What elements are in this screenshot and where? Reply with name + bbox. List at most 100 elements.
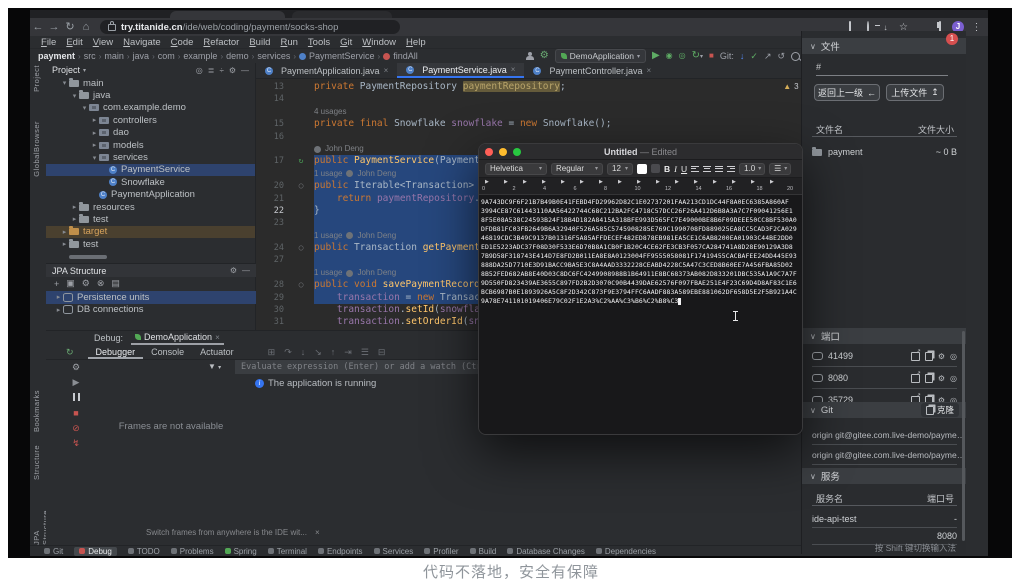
menu-item-git[interactable]: Git bbox=[335, 37, 357, 48]
git-update-icon[interactable]: ↓ bbox=[740, 50, 745, 62]
debug-settings-icon[interactable]: ⚙ bbox=[72, 363, 80, 372]
statusbar-item-dependencies[interactable]: Dependencies bbox=[596, 547, 656, 556]
breadcrumb-item[interactable]: demo bbox=[226, 51, 249, 61]
coverage-button[interactable]: ◎ bbox=[679, 50, 686, 62]
expand-icon[interactable]: ≣ bbox=[208, 66, 215, 75]
stop-icon[interactable]: ■ bbox=[73, 409, 78, 418]
tree-chevron-icon[interactable]: ▾ bbox=[90, 154, 99, 162]
panel-settings-icon[interactable]: ⚙ bbox=[229, 66, 236, 75]
tab-stop-icon[interactable]: ▶ bbox=[561, 179, 565, 185]
tab-stop-icon[interactable]: ▶ bbox=[485, 179, 489, 185]
jpa-hide-icon[interactable]: — bbox=[242, 266, 250, 275]
search-icon[interactable] bbox=[791, 52, 800, 61]
chevron-down-icon[interactable]: ▾ bbox=[83, 67, 86, 74]
tree-row[interactable]: ▾main bbox=[46, 77, 255, 89]
breadcrumb-item[interactable]: main bbox=[104, 51, 124, 61]
tree-row[interactable]: CSnowflake bbox=[46, 176, 255, 188]
forward-icon[interactable]: → bbox=[46, 18, 62, 36]
tree-chevron-icon[interactable]: ▸ bbox=[60, 240, 69, 248]
statusbar-item-database-changes[interactable]: Database Changes bbox=[507, 547, 585, 556]
tree-chevron-icon[interactable]: ▾ bbox=[80, 104, 89, 112]
tab-stop-icon[interactable]: ▶ bbox=[599, 179, 603, 185]
tree-row[interactable]: ▸test bbox=[46, 213, 255, 225]
browser-menu-icon[interactable]: ⋮ bbox=[971, 22, 982, 33]
drop-frame-icon[interactable]: ↯ bbox=[72, 439, 80, 448]
add-icon[interactable]: + bbox=[54, 279, 59, 289]
upload-file-button[interactable]: 上传文件 ↥ bbox=[886, 84, 944, 101]
menu-item-edit[interactable]: Edit bbox=[61, 37, 87, 48]
statusbar-item-build[interactable]: Build bbox=[470, 547, 497, 556]
tree-row[interactable]: ▸dao bbox=[46, 127, 255, 139]
view-options-icon[interactable]: ☰ bbox=[361, 347, 369, 358]
stripe-tab-project[interactable]: Project bbox=[32, 65, 41, 92]
breadcrumb-class[interactable]: PaymentService bbox=[299, 51, 375, 61]
font-size-select[interactable]: 12▾ bbox=[607, 163, 633, 175]
debug-button[interactable]: ◉ bbox=[666, 50, 673, 62]
home-icon[interactable]: ⌂ bbox=[78, 18, 94, 36]
font-family-select[interactable]: Helvetica▾ bbox=[485, 163, 547, 175]
align-left-icon[interactable] bbox=[691, 165, 699, 173]
step-into-icon[interactable]: ↓ bbox=[301, 347, 306, 358]
tree-chevron-icon[interactable]: ▾ bbox=[60, 79, 69, 87]
tab-stop-icon[interactable]: ▶ bbox=[694, 179, 698, 185]
statusbar-item-spring[interactable]: Spring bbox=[225, 547, 257, 556]
close-icon[interactable]: × bbox=[384, 66, 389, 75]
stripe-tab-structure[interactable]: Structure bbox=[32, 445, 41, 480]
menu-item-navigate[interactable]: Navigate bbox=[118, 37, 166, 48]
hide-panel-icon[interactable]: — bbox=[241, 66, 249, 75]
code-line[interactable]: 4 usages bbox=[256, 106, 823, 118]
textedit-content[interactable]: 9A743DC9F6F21B7B49B0E41FEBD4FD29962D82C1… bbox=[479, 195, 802, 435]
tree-chevron-icon[interactable]: ▸ bbox=[90, 129, 99, 137]
statusbar-item-problems[interactable]: Problems bbox=[171, 547, 214, 556]
resume-icon[interactable]: ▶ bbox=[73, 378, 80, 387]
line-spacing-select[interactable]: 1.0▾ bbox=[739, 163, 765, 175]
user-icon[interactable] bbox=[526, 52, 534, 60]
services-section-header[interactable]: ∨ 服务 bbox=[802, 468, 966, 484]
open-in-browser-icon[interactable] bbox=[911, 352, 920, 361]
breadcrumb-item[interactable]: com bbox=[158, 51, 175, 61]
menu-item-build[interactable]: Build bbox=[244, 37, 275, 48]
menu-item-help[interactable]: Help bbox=[401, 37, 431, 48]
tab-stop-icon[interactable]: ▶ bbox=[656, 179, 660, 185]
tree-row[interactable]: ▸resources bbox=[46, 201, 255, 213]
rerun-icon[interactable]: ↻ bbox=[66, 347, 74, 358]
editor-tab[interactable]: CPaymentService.java× bbox=[397, 63, 524, 78]
editor-tab[interactable]: CPaymentApplication.java× bbox=[256, 63, 397, 78]
breadcrumb-item[interactable]: src bbox=[84, 51, 96, 61]
statusbar-item-services[interactable]: Services bbox=[374, 547, 414, 556]
statusbar-item-endpoints[interactable]: Endpoints bbox=[318, 547, 363, 556]
export-action-icon[interactable]: ▤ bbox=[111, 278, 120, 289]
tab-stop-icon[interactable]: ▶ bbox=[523, 179, 527, 185]
files-section-header[interactable]: ∨ 文件 bbox=[802, 38, 966, 54]
tab-stop-icon[interactable]: ▶ bbox=[713, 179, 717, 185]
breadcrumb-item[interactable]: java bbox=[133, 51, 150, 61]
chevron-right-icon[interactable]: ▸ bbox=[54, 293, 63, 301]
browser-tab-active[interactable] bbox=[170, 11, 285, 18]
browser-tab-inactive[interactable] bbox=[292, 11, 392, 18]
clone-button[interactable]: 克隆 bbox=[921, 403, 959, 417]
underline-button[interactable]: U bbox=[681, 164, 687, 174]
port-settings-icon[interactable]: ⚙ bbox=[938, 352, 945, 361]
address-bar[interactable]: try.titanide.cn/ide/web/coding/payment/s… bbox=[100, 20, 400, 34]
menu-item-run[interactable]: Run bbox=[275, 37, 302, 48]
align-right-icon[interactable] bbox=[727, 165, 735, 173]
author-inlay[interactable]: John Deng bbox=[314, 143, 364, 155]
tooltip-close-icon[interactable]: × bbox=[315, 528, 320, 537]
menu-item-file[interactable]: File bbox=[36, 37, 61, 48]
align-justify-icon[interactable] bbox=[715, 165, 723, 173]
step-out-icon[interactable]: ↑ bbox=[331, 347, 336, 358]
folder-action-icon[interactable]: ▣ bbox=[66, 278, 75, 289]
tab-stop-icon[interactable]: ▶ bbox=[751, 179, 755, 185]
code-line[interactable]: 16 bbox=[256, 131, 823, 143]
textedit-titlebar[interactable]: Untitled — Edited bbox=[479, 144, 802, 160]
tree-row[interactable]: CPaymentApplication bbox=[46, 189, 255, 201]
port-stop-icon[interactable]: ◎ bbox=[950, 374, 957, 383]
layout-icon[interactable]: ⊟ bbox=[378, 347, 386, 358]
statusbar-item-todo[interactable]: TODO bbox=[128, 547, 160, 556]
font-style-select[interactable]: Regular▾ bbox=[551, 163, 603, 175]
run-to-cursor-icon[interactable]: ⇥ bbox=[344, 347, 352, 358]
close-icon[interactable]: × bbox=[647, 66, 652, 75]
copy-icon[interactable] bbox=[925, 352, 933, 361]
menu-item-tools[interactable]: Tools bbox=[303, 37, 335, 48]
port-row[interactable]: 41499⚙◎ bbox=[802, 346, 966, 366]
